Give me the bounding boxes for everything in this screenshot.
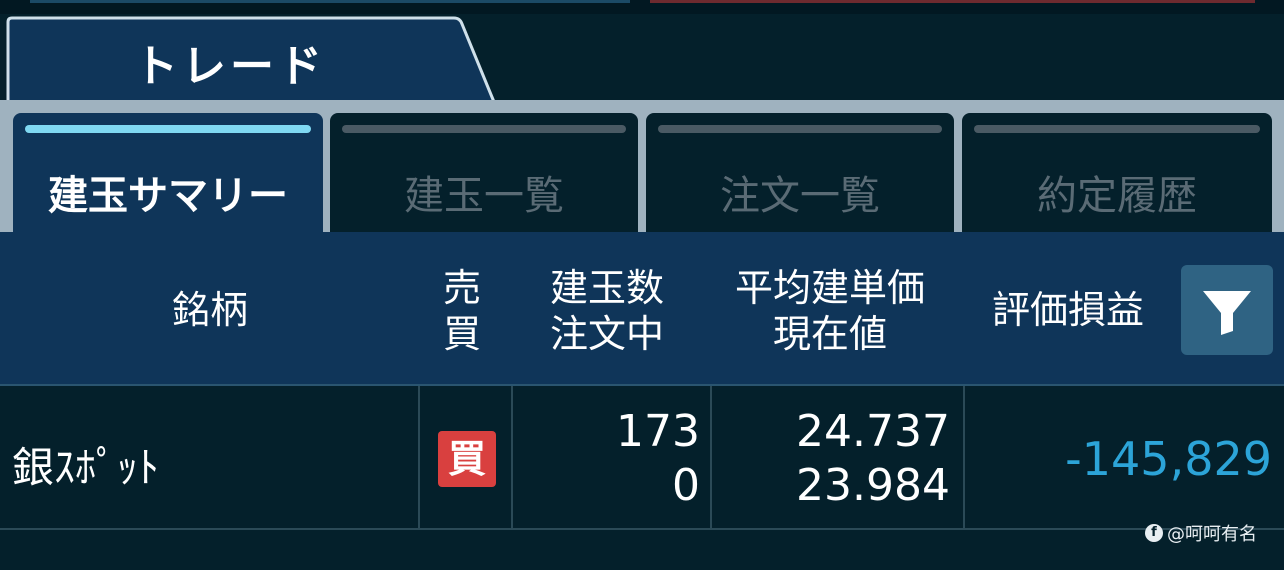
header-current-price: 現在値	[772, 312, 887, 356]
main-tab-label: トレード	[134, 41, 326, 92]
tab-indicator	[974, 125, 1260, 133]
tab-execution-history[interactable]: 約定履歴	[962, 113, 1272, 234]
header-side-sell: 売	[442, 266, 481, 310]
column-divider	[511, 386, 513, 528]
filter-icon	[1203, 291, 1251, 335]
tab-position-list[interactable]: 建玉一覧	[330, 113, 638, 234]
row-avg-price: 24.737	[796, 406, 950, 457]
header-position-qty: 建玉数	[549, 266, 664, 310]
column-divider	[418, 386, 420, 528]
row-symbol: 銀ｽﾎﾟｯﾄ	[12, 443, 160, 492]
top-strip	[0, 0, 1284, 14]
header-avg-price: 平均建単価	[734, 266, 925, 310]
tab-label: 建玉一覧	[404, 173, 564, 219]
top-strip-segment-red	[650, 0, 1255, 3]
row-ordering-qty: 0	[672, 460, 700, 511]
tab-label: 注文一覧	[720, 173, 880, 219]
top-strip-segment-blue	[30, 0, 630, 3]
header-pl: 評価損益	[991, 288, 1144, 332]
tab-label: 約定履歴	[1037, 173, 1197, 219]
tab-order-list[interactable]: 注文一覧	[646, 113, 954, 234]
tab-indicator	[342, 125, 626, 133]
watermark-text: @呵呵有名	[1167, 524, 1257, 545]
filter-button[interactable]	[1181, 265, 1273, 355]
column-divider	[963, 386, 965, 528]
watermark: f @呵呵有名	[1145, 520, 1257, 546]
header-side-buy: 買	[442, 312, 481, 356]
tab-indicator	[658, 125, 942, 133]
tab-label: 建玉サマリー	[48, 173, 288, 219]
tab-position-summary[interactable]: 建玉サマリー	[13, 113, 323, 234]
header-symbol: 銘柄	[171, 288, 248, 332]
side-badge-buy: 買	[438, 431, 496, 487]
row-pl: -145,829	[1065, 432, 1272, 486]
tab-indicator	[25, 125, 311, 133]
column-divider	[710, 386, 712, 528]
row-current-price: 23.984	[796, 460, 950, 511]
header-ordering-qty: 注文中	[549, 312, 664, 356]
row-position-qty: 173	[616, 406, 700, 457]
watermark-logo-icon: f	[1145, 524, 1163, 542]
